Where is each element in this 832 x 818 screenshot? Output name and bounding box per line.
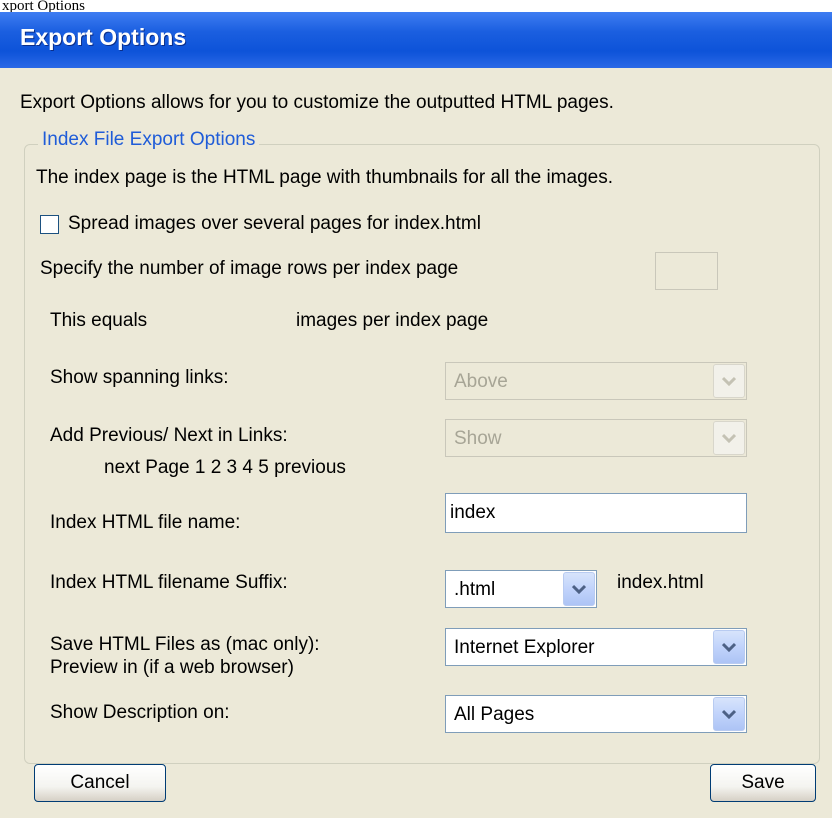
equals-suffix: images per index page xyxy=(296,310,489,331)
window-caption: xport Options xyxy=(0,0,832,12)
chevron-down-icon[interactable] xyxy=(563,572,595,606)
intro-text: Export Options allows for you to customi… xyxy=(20,92,614,113)
rows-per-page-input[interactable] xyxy=(655,252,718,290)
suffix-select[interactable]: .html xyxy=(445,570,597,608)
prev-next-select[interactable]: Show xyxy=(445,419,747,457)
group-description: The index page is the HTML page with thu… xyxy=(36,167,613,188)
prev-next-value: Show xyxy=(454,428,502,449)
save-as-value: Internet Explorer xyxy=(454,637,595,658)
prev-next-label: Add Previous/ Next in Links: xyxy=(50,425,288,446)
rows-per-page-label: Specify the number of image rows per ind… xyxy=(40,258,459,279)
chevron-down-icon[interactable] xyxy=(713,364,745,398)
suffix-value: .html xyxy=(454,579,496,600)
spread-images-checkbox[interactable] xyxy=(40,215,59,234)
spread-images-label[interactable]: Spread images over several pages for ind… xyxy=(68,213,481,235)
title-bar[interactable]: Export Options xyxy=(0,12,832,68)
chevron-down-icon[interactable] xyxy=(713,421,745,455)
cancel-button[interactable]: Cancel xyxy=(34,764,166,802)
chevron-down-icon[interactable] xyxy=(713,697,745,731)
chevron-down-icon[interactable] xyxy=(713,630,745,664)
equals-label: This equals xyxy=(50,310,148,331)
file-name-input[interactable] xyxy=(445,493,747,533)
spanning-links-select[interactable]: Above xyxy=(445,362,747,400)
save-button[interactable]: Save xyxy=(710,764,816,802)
show-description-select[interactable]: All Pages xyxy=(445,695,747,733)
file-name-label: Index HTML file name: xyxy=(50,512,241,533)
suffix-preview: index.html xyxy=(617,572,704,593)
group-legend: Index File Export Options xyxy=(38,129,260,151)
show-description-value: All Pages xyxy=(454,704,535,725)
spanning-links-label: Show spanning links: xyxy=(50,367,229,388)
show-description-label: Show Description on: xyxy=(50,702,230,723)
suffix-label: Index HTML filename Suffix: xyxy=(50,572,288,593)
preview-in-label: Preview in (if a web browser) xyxy=(50,657,294,678)
save-as-label: Save HTML Files as (mac only): xyxy=(50,634,320,655)
prev-next-example: next Page 1 2 3 4 5 previous xyxy=(104,457,346,478)
save-as-select[interactable]: Internet Explorer xyxy=(445,628,747,666)
spanning-links-value: Above xyxy=(454,371,508,392)
dialog-title: Export Options xyxy=(20,24,187,50)
export-options-dialog: Export Options Export Options allows for… xyxy=(0,12,832,818)
